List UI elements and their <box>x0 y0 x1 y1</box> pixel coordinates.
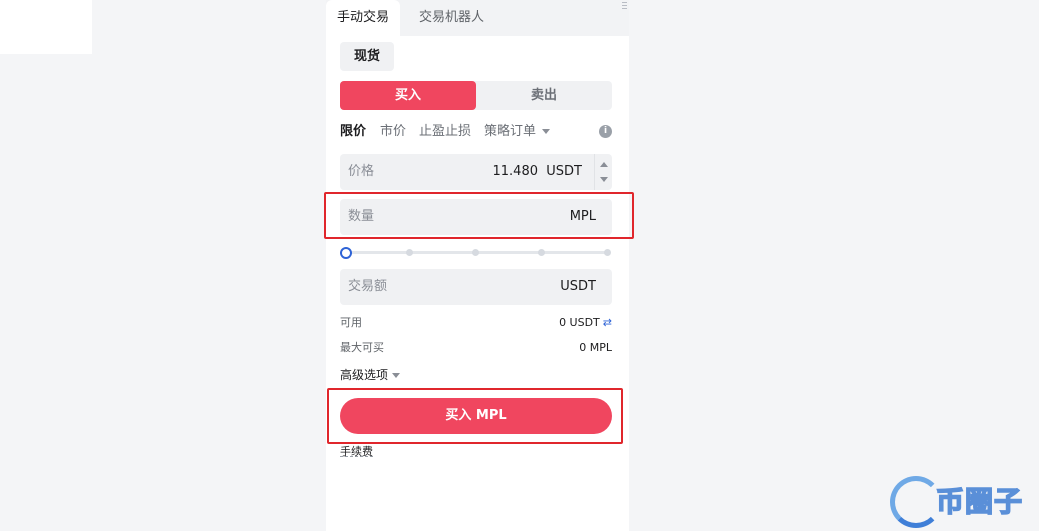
fee-link[interactable]: 手续费 <box>340 444 373 460</box>
available-value: 0 USDT <box>559 316 600 329</box>
max-buy-value: 0 MPL <box>579 341 612 354</box>
transfer-icon[interactable]: ⇄ <box>603 315 612 331</box>
slider-handle[interactable] <box>340 247 352 259</box>
logo-mark-icon <box>890 476 942 528</box>
tab-market[interactable]: 市价 <box>380 121 406 143</box>
trade-mode-tabs: 手动交易 交易机器人 <box>326 0 629 36</box>
info-icon[interactable]: i <box>599 125 612 138</box>
max-buy-label: 最大可买 <box>340 341 384 354</box>
price-value: 11.480 <box>492 164 539 179</box>
arrow-up-icon[interactable] <box>600 162 608 167</box>
chevron-down-icon <box>392 373 401 378</box>
tab-trading-bot[interactable]: 交易机器人 <box>419 0 484 36</box>
amount-label: 交易额 <box>348 279 388 294</box>
amount-unit: USDT <box>560 279 596 294</box>
more-menu-icon[interactable] <box>621 0 629 12</box>
tab-strategy-order[interactable]: 策略订单 <box>484 121 551 143</box>
price-unit: USDT <box>546 164 582 179</box>
tab-tp-sl[interactable]: 止盈止损 <box>419 121 471 143</box>
price-label: 价格 <box>348 164 375 179</box>
watermark-text: 币圈子 <box>935 484 1024 519</box>
price-input[interactable]: 价格 11.480 USDT <box>340 154 612 190</box>
slider-step-100[interactable] <box>604 249 611 256</box>
buy-side-button[interactable]: 买入 <box>340 81 476 110</box>
arrow-down-icon[interactable] <box>600 177 608 182</box>
order-type-tabs: 限价 市价 止盈止损 策略订单 i <box>340 121 612 143</box>
advanced-options-toggle[interactable]: 高级选项 <box>340 366 401 384</box>
available-row: 可用 0 USDT ⇄ <box>340 315 612 331</box>
slider-step-25[interactable] <box>406 249 413 256</box>
advanced-options-label: 高级选项 <box>340 368 389 382</box>
available-value-group: 0 USDT ⇄ <box>559 315 612 331</box>
trade-panel: 手动交易 交易机器人 现货 买入 卖出 限价 市价 止盈止损 策略订单 i 价格… <box>326 0 629 531</box>
quantity-highlight-box <box>324 192 634 239</box>
quantity-slider[interactable] <box>340 246 612 260</box>
spot-market-button[interactable]: 现货 <box>340 42 394 71</box>
watermark-logo: 币圈子 <box>890 474 1039 531</box>
max-buy-row: 最大可买 0 MPL <box>340 340 612 356</box>
tab-manual-trading[interactable]: 手动交易 <box>326 0 400 36</box>
slider-step-50[interactable] <box>472 249 479 256</box>
strategy-order-label: 策略订单 <box>484 124 537 139</box>
slider-step-75[interactable] <box>538 249 545 256</box>
blank-panel <box>0 0 92 54</box>
available-label: 可用 <box>340 316 362 329</box>
price-stepper[interactable] <box>594 154 612 190</box>
sell-side-button[interactable]: 卖出 <box>476 81 612 110</box>
tab-limit[interactable]: 限价 <box>340 121 366 143</box>
buy-sell-toggle: 买入 卖出 <box>340 81 612 110</box>
amount-input[interactable]: 交易额 USDT <box>340 269 612 305</box>
buy-button-highlight-box <box>327 388 623 444</box>
chevron-down-icon <box>542 129 551 134</box>
